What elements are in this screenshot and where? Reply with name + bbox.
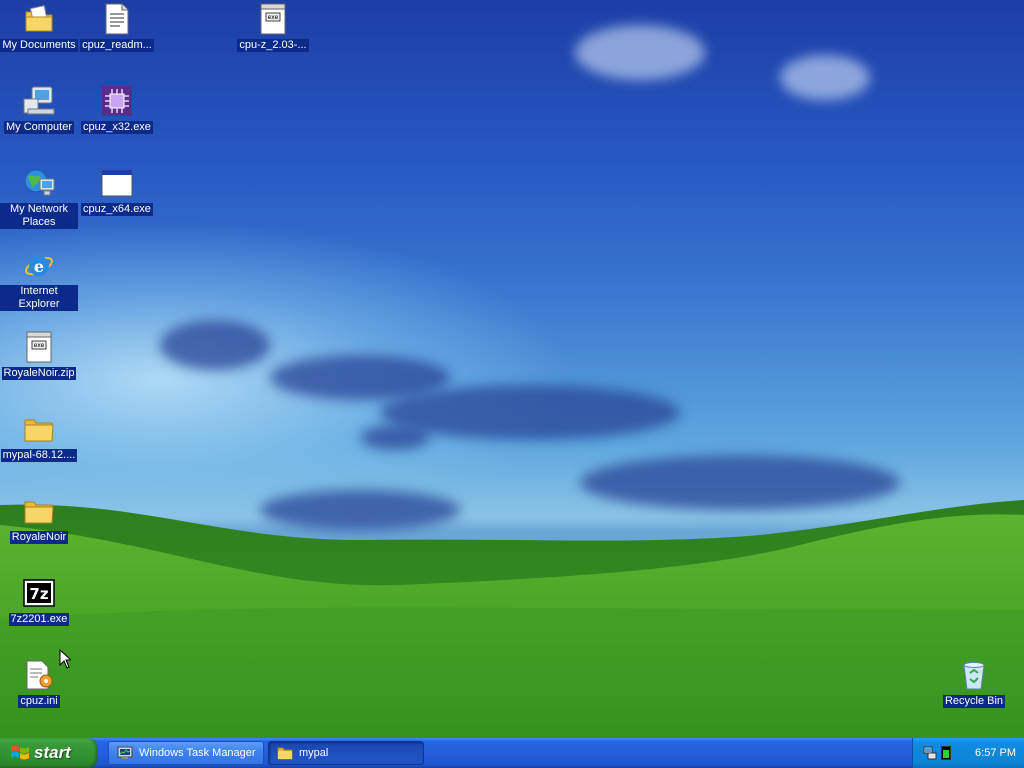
icon-label: cpu-z_2.03-...	[237, 39, 309, 52]
desktop-background[interactable]: My Documents cpuz_readm... exe cpu-z_2.0…	[0, 0, 1024, 738]
task-label: mypal	[299, 747, 329, 759]
icon-label: RoyaleNoir	[9, 531, 69, 544]
desktop-icon-recycle-bin[interactable]: Recycle Bin	[935, 658, 1013, 708]
icon-label: My Computer	[3, 121, 75, 134]
desktop-icon-royalenoir-zip[interactable]: exe RoyaleNoir.zip	[0, 330, 78, 380]
start-label: start	[34, 743, 71, 762]
taskbar: start Windows Task Manager mypal 6:57 PM	[0, 738, 1024, 768]
desktop-icon-royalenoir-folder[interactable]: RoyaleNoir	[0, 494, 78, 544]
icon-label: My Network Places	[0, 203, 78, 229]
desktop-icon-my-documents[interactable]: My Documents	[0, 2, 78, 52]
svg-text:exe: exe	[34, 342, 45, 349]
computer-icon	[22, 84, 56, 118]
desktop-icon-cpuz-x64[interactable]: cpuz_x64.exe	[78, 166, 156, 216]
folder-icon	[22, 412, 56, 446]
icon-label: cpuz_readm...	[80, 39, 154, 52]
7zip-icon: 7z	[22, 576, 56, 610]
network-icon[interactable]	[923, 746, 937, 760]
windows-logo-icon	[10, 744, 30, 762]
icon-label: My Documents	[0, 39, 78, 52]
clock[interactable]: 6:57 PM	[975, 747, 1016, 759]
task-label: Windows Task Manager	[139, 747, 256, 759]
icon-label: Internet Explorer	[0, 285, 78, 311]
mouse-pointer-icon	[59, 649, 71, 669]
icon-label: cpuz_x32.exe	[81, 121, 153, 134]
start-button[interactable]: start	[0, 738, 98, 768]
system-tray: 6:57 PM	[912, 738, 1024, 768]
icon-label: mypal-68.12....	[0, 449, 78, 462]
zip-file-icon: exe	[256, 2, 290, 36]
internet-explorer-icon: e	[22, 248, 56, 282]
ini-settings-icon	[22, 658, 56, 692]
icon-label: Recycle Bin	[942, 695, 1006, 708]
desktop-icon-my-network-places[interactable]: My Network Places	[0, 166, 78, 229]
icon-label: cpuz.ini	[18, 695, 60, 708]
folder-icon	[22, 494, 56, 528]
text-file-icon	[100, 2, 134, 36]
svg-text:e: e	[34, 257, 44, 276]
zip-file-icon: exe	[22, 330, 56, 364]
desktop-icon-my-computer[interactable]: My Computer	[0, 84, 78, 134]
cpuz-app-icon	[100, 84, 134, 118]
svg-text:exe: exe	[268, 14, 279, 21]
desktop-icon-cpuz-readme[interactable]: cpuz_readm...	[78, 2, 156, 52]
desktop-icon-internet-explorer[interactable]: e Internet Explorer	[0, 248, 78, 311]
icon-label: 7z2201.exe	[8, 613, 70, 626]
taskbar-button-task-manager[interactable]: Windows Task Manager	[108, 741, 264, 765]
icon-label: RoyaleNoir.zip	[1, 367, 77, 380]
task-manager-icon	[117, 746, 133, 760]
desktop-icon-cpuz-x32[interactable]: cpuz_x32.exe	[78, 84, 156, 134]
network-places-icon	[22, 166, 56, 200]
desktop-icon-cpuz-zip[interactable]: exe cpu-z_2.03-...	[234, 2, 312, 52]
my-documents-icon	[22, 2, 56, 36]
taskbar-button-mypal[interactable]: mypal	[268, 741, 424, 765]
svg-text:7z: 7z	[29, 585, 48, 603]
cpu-usage-icon[interactable]	[941, 746, 951, 760]
recycle-bin-icon	[957, 658, 991, 692]
desktop-icon-7z2201[interactable]: 7z 7z2201.exe	[0, 576, 78, 626]
folder-icon	[277, 746, 293, 760]
exe-window-icon	[100, 166, 134, 200]
icon-label: cpuz_x64.exe	[81, 203, 153, 216]
desktop-icon-mypal-folder[interactable]: mypal-68.12....	[0, 412, 78, 462]
